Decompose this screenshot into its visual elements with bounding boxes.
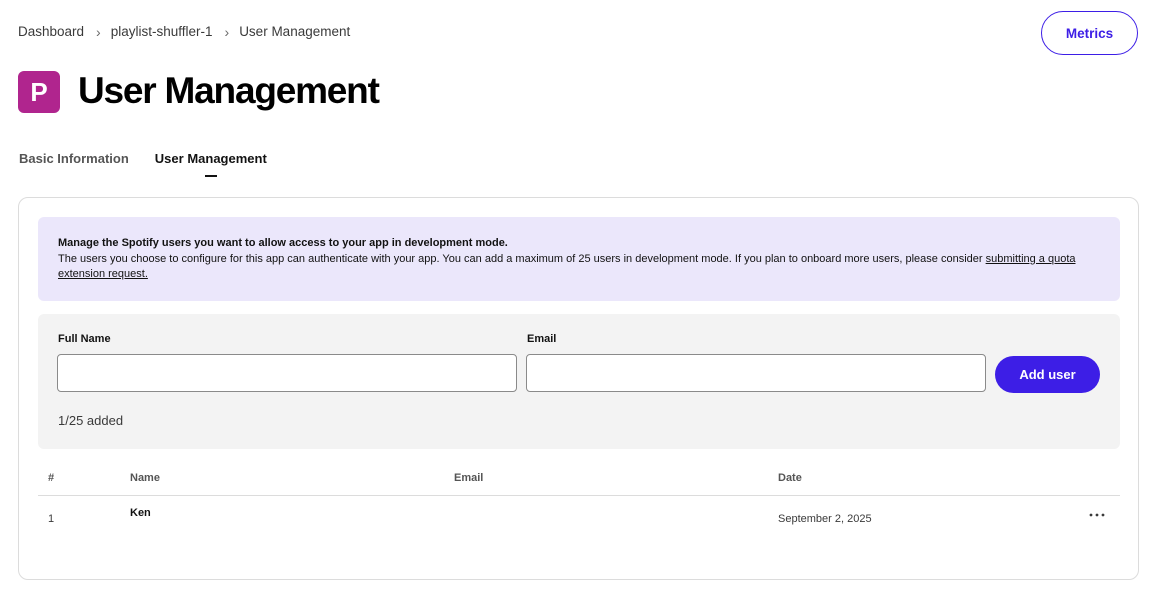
add-user-button[interactable]: Add user: [995, 356, 1100, 393]
tab-bar: Basic Information User Management: [19, 151, 267, 177]
user-management-card: Manage the Spotify users you want to all…: [18, 197, 1139, 580]
table-row: 1 Ken September 2, 2025: [38, 496, 1120, 540]
column-header-date: Date: [778, 472, 802, 484]
row-name: Ken: [130, 507, 151, 519]
notice-title: Manage the Spotify users you want to all…: [58, 237, 508, 249]
chevron-right-icon: ›: [96, 23, 101, 40]
email-label: Email: [527, 333, 557, 345]
chevron-right-icon: ›: [224, 23, 230, 40]
tab-basic-information[interactable]: Basic Information: [19, 151, 129, 166]
breadcrumb-dashboard[interactable]: Dashboard: [18, 24, 84, 39]
info-notice: Manage the Spotify users you want to all…: [38, 217, 1120, 301]
row-number: 1: [48, 513, 55, 525]
row-date: September 2, 2025: [778, 513, 872, 525]
notice-text: The users you choose to configure for th…: [58, 252, 986, 265]
page-title: User Management: [78, 70, 380, 111]
add-user-form: Full Name Email Add user 1/25 added: [38, 314, 1120, 449]
user-count: 1/25 added: [58, 413, 124, 428]
notice-body: The users you choose to configure for th…: [58, 252, 1100, 283]
metrics-button[interactable]: Metrics: [1041, 11, 1138, 55]
full-name-label: Full Name: [58, 333, 111, 345]
column-header-name: Name: [130, 472, 160, 484]
breadcrumb: Dashboard › playlist-shuffler-1 › User M…: [18, 24, 350, 39]
full-name-input[interactable]: [57, 354, 517, 392]
more-horizontal-icon[interactable]: [1086, 506, 1108, 524]
breadcrumb-app[interactable]: playlist-shuffler-1: [111, 24, 213, 39]
tab-user-management[interactable]: User Management: [155, 151, 267, 177]
column-header-email: Email: [454, 472, 484, 484]
more-horizontal-icon-glyph: [1089, 513, 1105, 517]
email-input[interactable]: [526, 354, 986, 392]
app-icon: P: [18, 71, 60, 113]
breadcrumb-current: User Management: [239, 24, 351, 39]
column-header-number: #: [48, 472, 55, 484]
